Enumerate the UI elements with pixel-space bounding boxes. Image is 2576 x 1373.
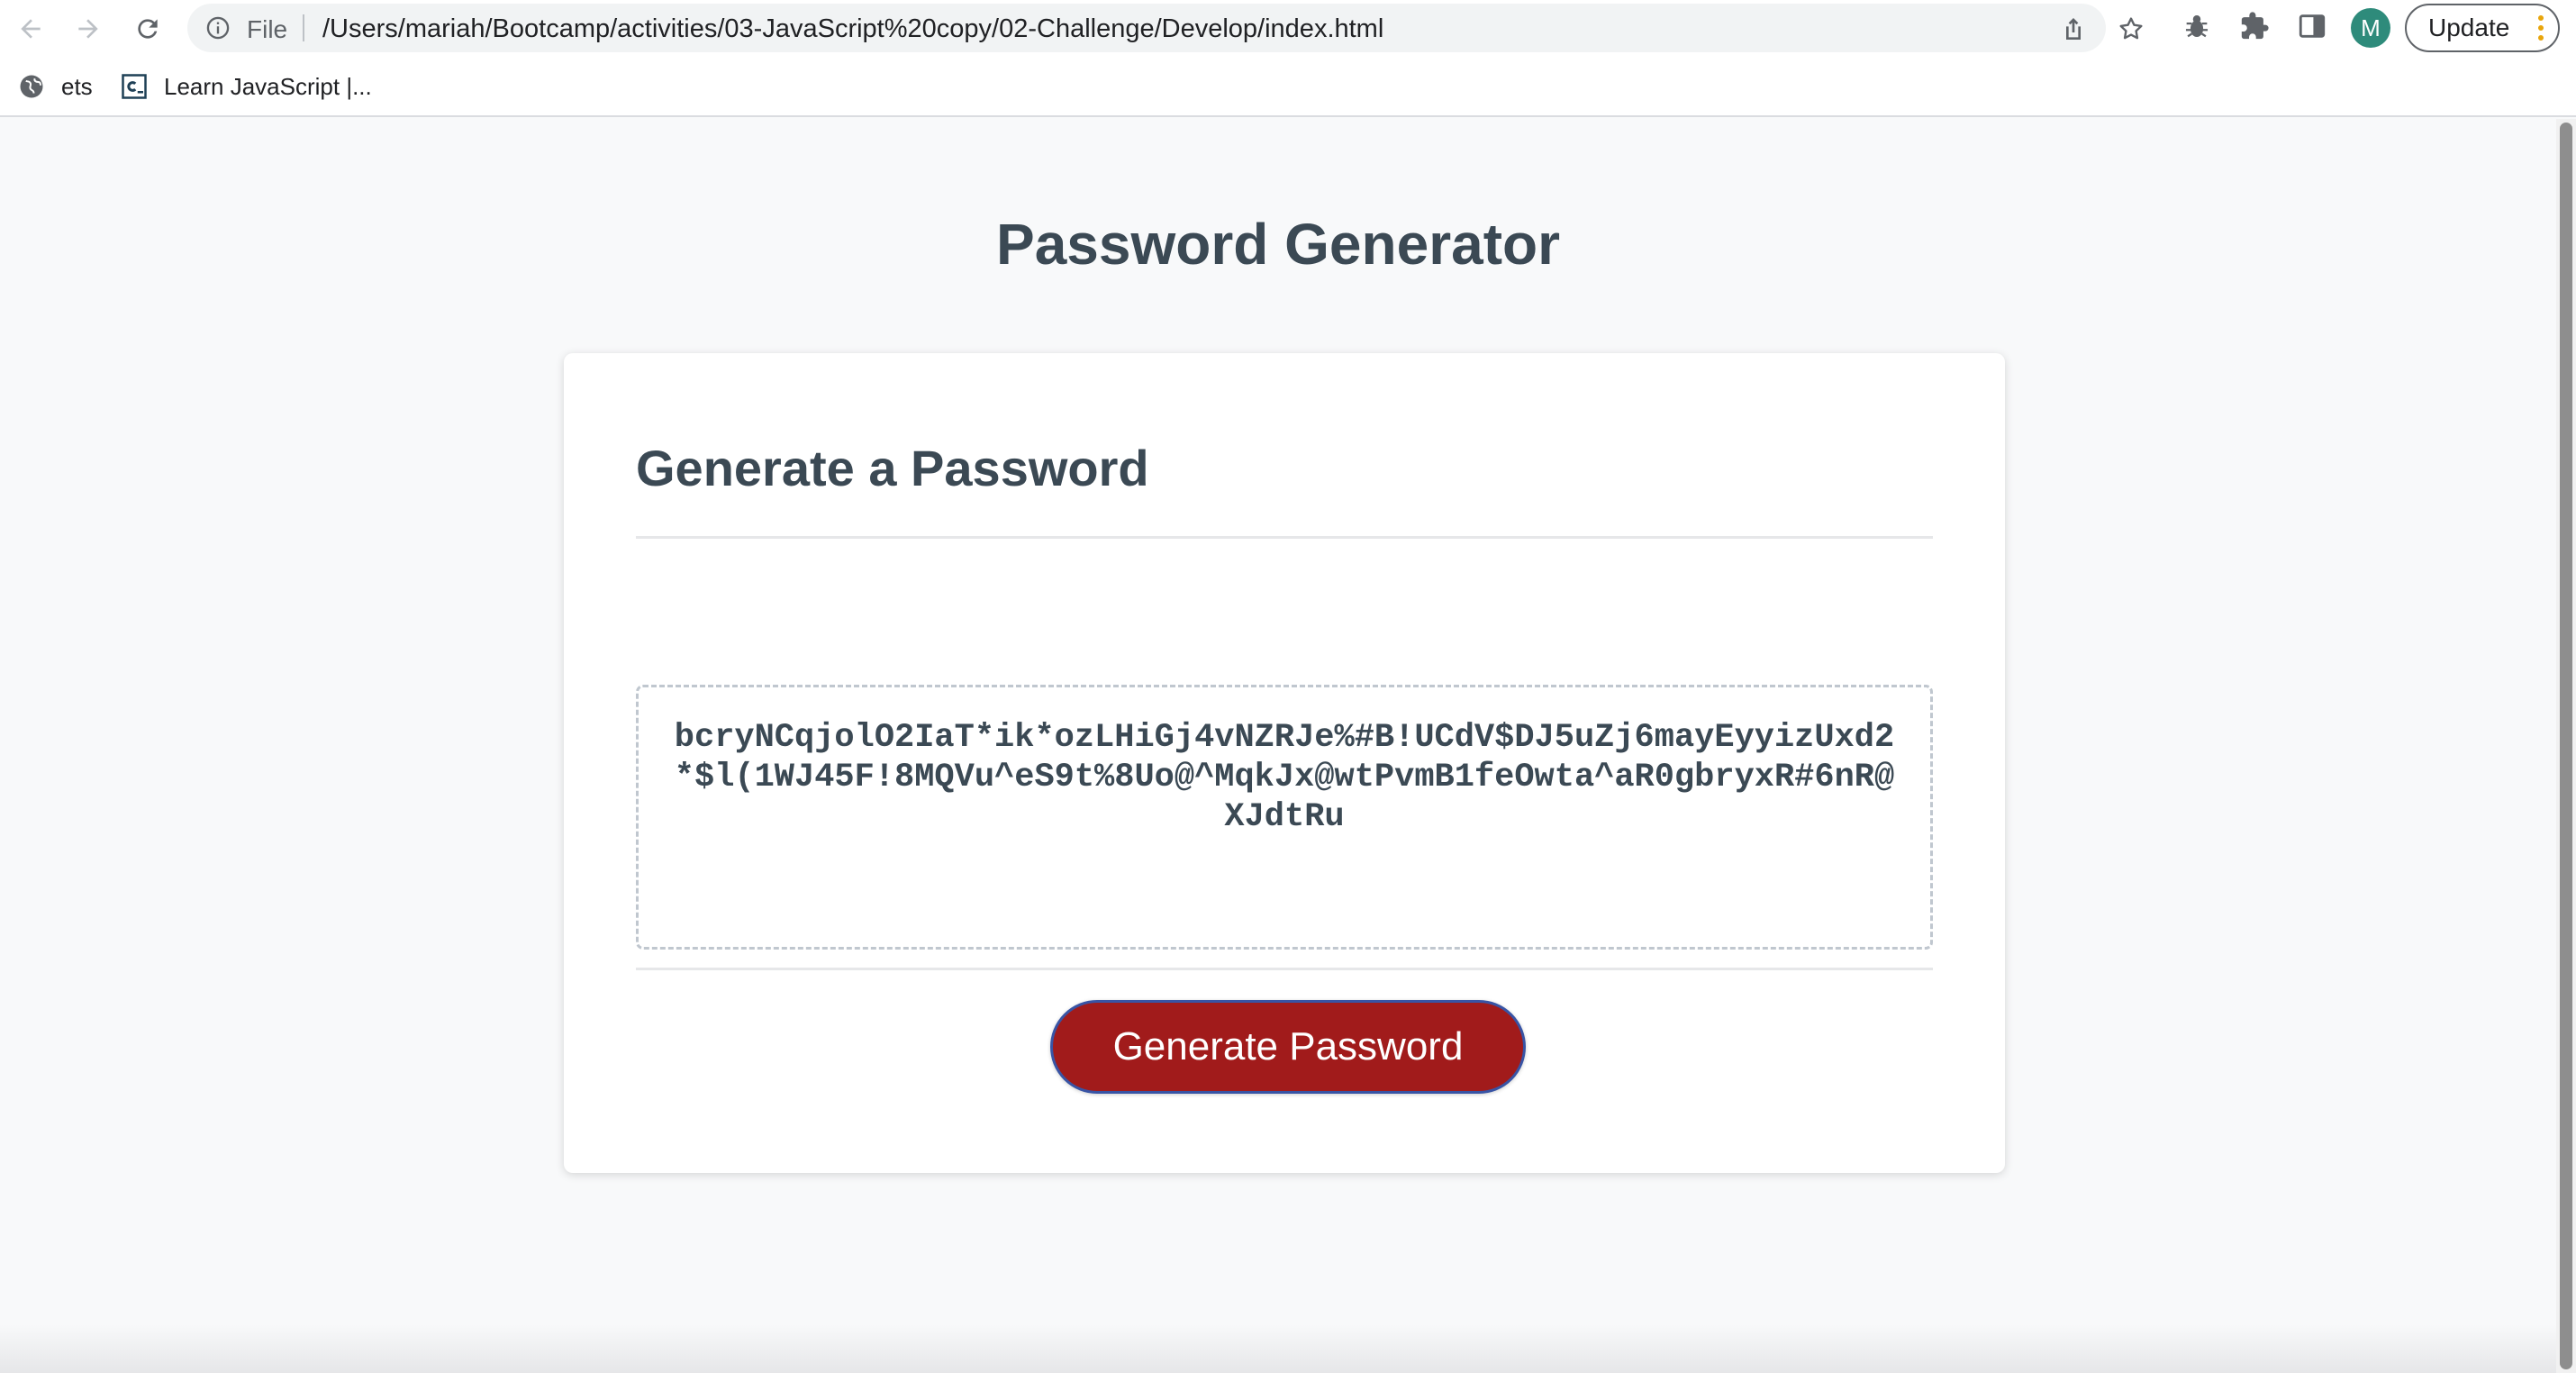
star-icon[interactable] [2117,14,2145,43]
reload-button[interactable] [128,9,168,49]
browser-toolbar: File /Users/mariah/Bootcamp/activities/0… [0,0,2576,56]
side-panel-icon[interactable] [2297,11,2327,41]
profile-avatar[interactable]: M [2351,8,2390,48]
bookmark-ets[interactable]: ets [18,68,93,105]
reload-icon [138,19,158,39]
share-icon[interactable] [2059,14,2088,43]
info-icon[interactable] [205,15,231,41]
page-viewport: Password Generator Generate a Password G… [0,119,2556,1373]
url-scheme-label: File [247,15,288,43]
puzzle-icon[interactable] [2239,11,2270,41]
page-scrollbar[interactable] [2556,119,2576,1373]
scrollbar-thumb[interactable] [2560,123,2572,1369]
card-title: Generate a Password [636,440,1149,496]
bug-icon[interactable] [2181,11,2212,41]
arrow-left-icon [21,19,41,39]
back-button[interactable] [11,9,50,49]
bookmark-label: ets [61,72,93,100]
bookmark-label: Learn JavaScript |... [164,72,372,100]
update-label: Update [2428,14,2510,41]
globe-icon [20,75,43,98]
omnibox-separator [303,14,304,41]
forward-button[interactable] [68,9,108,49]
codecademy-icon [122,74,147,99]
card-footer-divider [636,968,1933,971]
bookmarks-bar: ets Learn JavaScript |... [0,56,2576,117]
kebab-menu-icon[interactable] [2536,14,2545,42]
password-output[interactable] [636,685,1933,950]
generate-password-button[interactable]: Generate Password [1050,1000,1526,1094]
url-text[interactable]: /Users/mariah/Bootcamp/activities/03-Jav… [322,14,1383,44]
bottom-shade [0,1324,2556,1373]
password-card: Generate a Password Generate Password [564,353,2005,1173]
update-button[interactable]: Update [2405,4,2560,52]
page-title: Password Generator [996,212,1560,277]
address-bar[interactable]: File /Users/mariah/Bootcamp/activities/0… [187,4,2143,52]
card-header: Generate a Password [636,425,1933,539]
bookmark-learn-javascript[interactable]: Learn JavaScript |... [121,68,372,105]
arrow-right-icon [78,19,98,39]
